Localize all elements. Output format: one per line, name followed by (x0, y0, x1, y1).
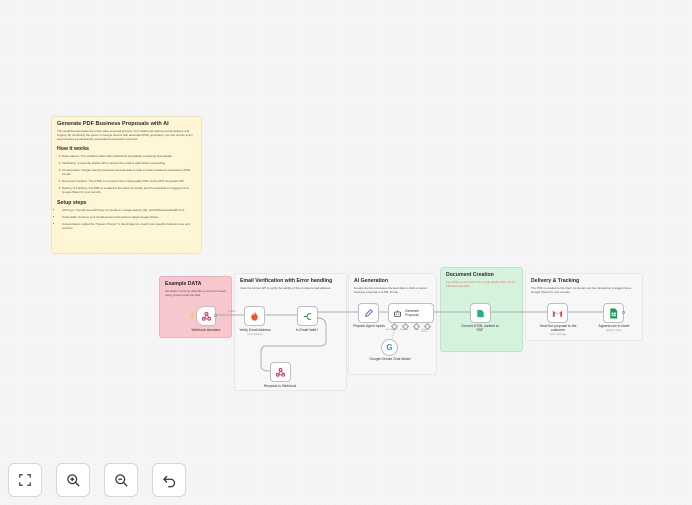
respond-to-webhook-label: Respond to Webhook (263, 384, 297, 388)
webhook-icon (201, 311, 211, 321)
prepare-agent-inputs-node[interactable] (358, 303, 379, 323)
append-row-sheet-label: Append row in sheet (598, 324, 630, 328)
trigger-bolt-icon: ⚡ (189, 313, 196, 319)
webhook-icon (275, 367, 286, 377)
verify-email-node[interactable] (244, 306, 265, 326)
convert-html-to-pdf-node[interactable] (470, 303, 491, 323)
send-proposal-sublabel: send: message (549, 333, 567, 336)
output-port[interactable] (214, 314, 217, 317)
webhook-simulator-node[interactable] (196, 306, 216, 326)
webhook-simulator-label: Webhook simulator (191, 328, 221, 332)
pencil-icon (364, 309, 373, 317)
is-email-valid-label: Is Email Valid? (295, 328, 319, 332)
google-sheets-icon (610, 307, 618, 319)
google-gemini-chat-model-node[interactable]: G (381, 339, 398, 356)
fit-view-icon (19, 474, 31, 486)
tool-port-label: Tool (414, 329, 419, 331)
output-parser-port-label: Output Parser (421, 329, 428, 333)
zoom-out-button[interactable] (104, 463, 138, 497)
zoom-in-button[interactable] (56, 463, 90, 497)
zoom-out-icon (114, 473, 128, 487)
undo-icon (162, 475, 175, 487)
memory-port-label: Memory (400, 329, 408, 331)
google-g-icon: G (386, 343, 393, 352)
wire-label: 1 item (228, 309, 236, 313)
output-port[interactable] (622, 311, 625, 314)
connection-wires: 1 item (216, 309, 603, 372)
generate-proposal-agent-node[interactable]: Generate Proposal (388, 303, 434, 323)
send-proposal-gmail-node[interactable] (547, 303, 568, 323)
generate-proposal-label: Generate Proposal (405, 308, 420, 317)
if-branch-icon (303, 312, 312, 320)
prepare-agent-inputs-label: Prepare Agent Inputs (353, 324, 385, 328)
append-row-sheet-node[interactable] (603, 303, 624, 323)
google-gemini-chat-model-label: Google Gemini Chat Model (369, 357, 411, 361)
pdf-generator-icon (477, 309, 484, 317)
append-row-sheet-sublabel: append: sheet (606, 329, 622, 332)
is-email-valid-node[interactable] (297, 306, 318, 326)
undo-button[interactable] (152, 463, 186, 497)
hunter-icon (251, 311, 258, 321)
respond-to-webhook-node[interactable] (270, 362, 291, 382)
agent-sub-ports: Chat Model Memory Tool Output Parser (386, 322, 434, 336)
zoom-in-icon (66, 473, 80, 487)
convert-html-to-pdf-label: Convert HTML content to PDF (461, 324, 499, 333)
verify-email-sublabel: processEmail (247, 333, 263, 336)
verify-email-label: Verify Email Address (239, 328, 271, 332)
gmail-icon (552, 310, 563, 317)
send-proposal-label: Send the proposal to the customer (539, 324, 577, 333)
fit-view-button[interactable] (8, 463, 42, 497)
chat-model-port-label: Chat Model (386, 329, 398, 331)
robot-icon (394, 310, 401, 317)
